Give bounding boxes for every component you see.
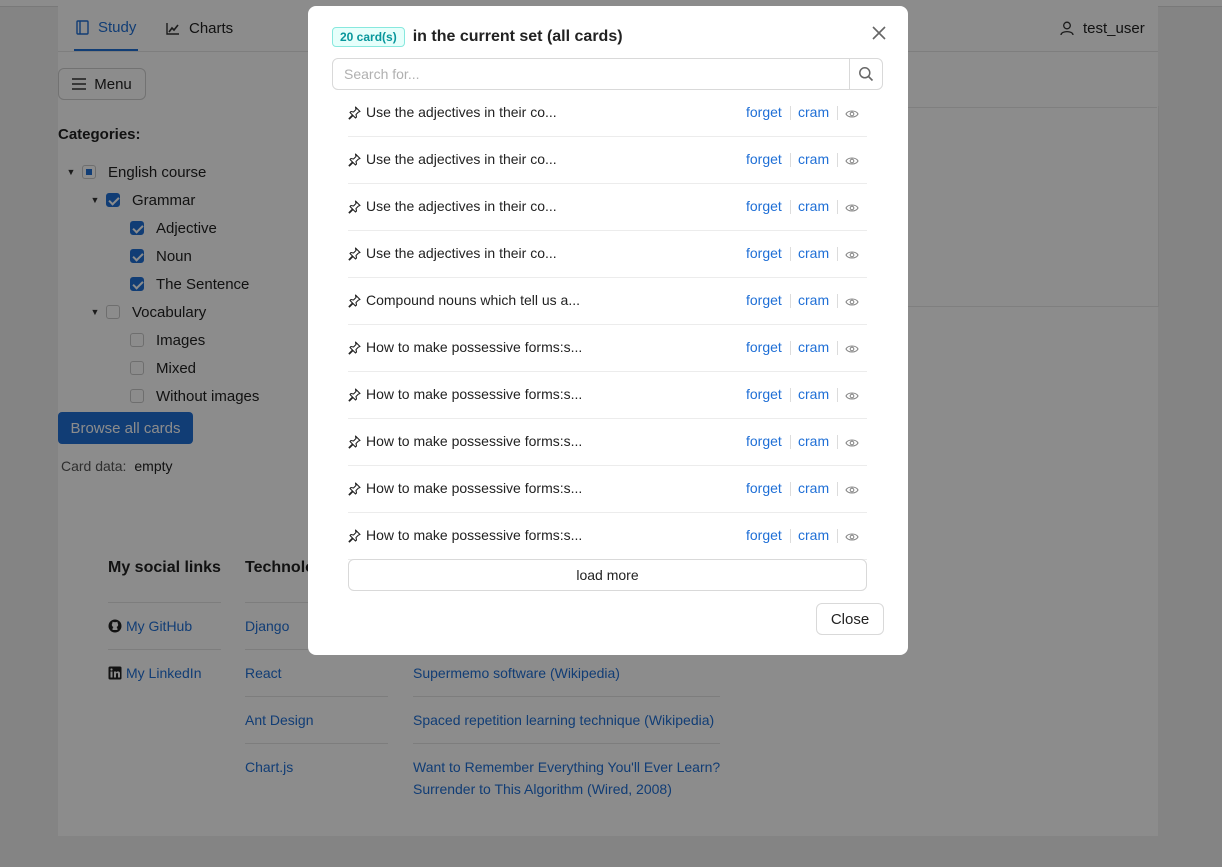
card-question[interactable]: Use the adjectives in their co... [366, 198, 557, 214]
cram-link[interactable]: cram [798, 527, 829, 543]
eye-icon[interactable] [845, 391, 859, 401]
card-row: Compound nouns which tell us a... forget c… [348, 278, 867, 325]
close-icon[interactable] [870, 24, 888, 42]
pin-icon [348, 341, 361, 355]
search-box [332, 58, 883, 90]
forget-link[interactable]: forget [746, 151, 782, 167]
divider [837, 106, 838, 120]
card-question[interactable]: Use the adjectives in their co... [366, 151, 557, 167]
card-row: How to make possessive forms:s... forget c… [348, 372, 867, 419]
cram-link[interactable]: cram [798, 292, 829, 308]
pin-icon [348, 435, 361, 449]
load-more-button[interactable]: load more [348, 559, 867, 591]
divider [837, 294, 838, 308]
search-input[interactable] [333, 59, 851, 89]
pin-icon [348, 529, 361, 543]
eye-icon[interactable] [845, 109, 859, 119]
card-question[interactable]: How to make possessive forms:s... [366, 433, 582, 449]
forget-link[interactable]: forget [746, 339, 782, 355]
card-question[interactable]: How to make possessive forms:s... [366, 386, 582, 402]
card-question[interactable]: How to make possessive forms:s... [366, 480, 582, 496]
card-row: How to make possessive forms:s... forget c… [348, 513, 867, 560]
divider [837, 153, 838, 167]
forget-link[interactable]: forget [746, 245, 782, 261]
search-button[interactable] [849, 59, 882, 89]
card-question[interactable]: Use the adjectives in their co... [366, 104, 557, 120]
pin-icon [348, 247, 361, 261]
forget-link[interactable]: forget [746, 527, 782, 543]
cards-modal: 20 card(s) in the current set (all cards… [308, 6, 908, 655]
forget-link[interactable]: forget [746, 386, 782, 402]
cram-link[interactable]: cram [798, 386, 829, 402]
card-question[interactable]: How to make possessive forms:s... [366, 527, 582, 543]
forget-link[interactable]: forget [746, 433, 782, 449]
pin-icon [348, 294, 361, 308]
divider [790, 153, 791, 167]
pin-icon [348, 200, 361, 214]
cram-link[interactable]: cram [798, 198, 829, 214]
cram-link[interactable]: cram [798, 433, 829, 449]
forget-link[interactable]: forget [746, 292, 782, 308]
eye-icon[interactable] [845, 203, 859, 213]
forget-link[interactable]: forget [746, 480, 782, 496]
eye-icon[interactable] [845, 156, 859, 166]
divider [790, 388, 791, 402]
divider [837, 341, 838, 355]
eye-icon[interactable] [845, 485, 859, 495]
card-question[interactable]: Use the adjectives in their co... [366, 245, 557, 261]
divider [790, 341, 791, 355]
pin-icon [348, 106, 361, 120]
card-list: Use the adjectives in their co... forget c… [348, 90, 867, 560]
cram-link[interactable]: cram [798, 245, 829, 261]
card-row: Use the adjectives in their co... forget c… [348, 137, 867, 184]
cram-link[interactable]: cram [798, 480, 829, 496]
divider [790, 435, 791, 449]
divider [837, 247, 838, 261]
modal-title: 20 card(s) in the current set (all cards… [332, 27, 623, 47]
pin-icon [348, 153, 361, 167]
eye-icon[interactable] [845, 438, 859, 448]
card-count-badge: 20 card(s) [332, 27, 405, 47]
card-row: How to make possessive forms:s... forget c… [348, 325, 867, 372]
divider [790, 529, 791, 543]
card-row: Use the adjectives in their co... forget c… [348, 184, 867, 231]
forget-link[interactable]: forget [746, 198, 782, 214]
pin-icon [348, 482, 361, 496]
divider [837, 388, 838, 402]
card-question[interactable]: Compound nouns which tell us a... [366, 292, 580, 308]
eye-icon[interactable] [845, 532, 859, 542]
card-question[interactable]: How to make possessive forms:s... [366, 339, 582, 355]
card-row: How to make possessive forms:s... forget c… [348, 466, 867, 513]
divider [790, 294, 791, 308]
eye-icon[interactable] [845, 297, 859, 307]
modal-title-text: in the current set (all cards) [412, 28, 623, 45]
divider [790, 106, 791, 120]
cram-link[interactable]: cram [798, 339, 829, 355]
cram-link[interactable]: cram [798, 104, 829, 120]
divider [837, 529, 838, 543]
divider [790, 247, 791, 261]
search-icon [859, 67, 874, 82]
eye-icon[interactable] [845, 344, 859, 354]
divider [837, 200, 838, 214]
divider [790, 200, 791, 214]
close-button[interactable]: Close [816, 603, 884, 635]
divider [790, 482, 791, 496]
divider [837, 482, 838, 496]
cram-link[interactable]: cram [798, 151, 829, 167]
forget-link[interactable]: forget [746, 104, 782, 120]
card-row: Use the adjectives in their co... forget c… [348, 231, 867, 278]
card-row: How to make possessive forms:s... forget c… [348, 419, 867, 466]
card-row: Use the adjectives in their co... forget c… [348, 90, 867, 137]
pin-icon [348, 388, 361, 402]
divider [837, 435, 838, 449]
eye-icon[interactable] [845, 250, 859, 260]
